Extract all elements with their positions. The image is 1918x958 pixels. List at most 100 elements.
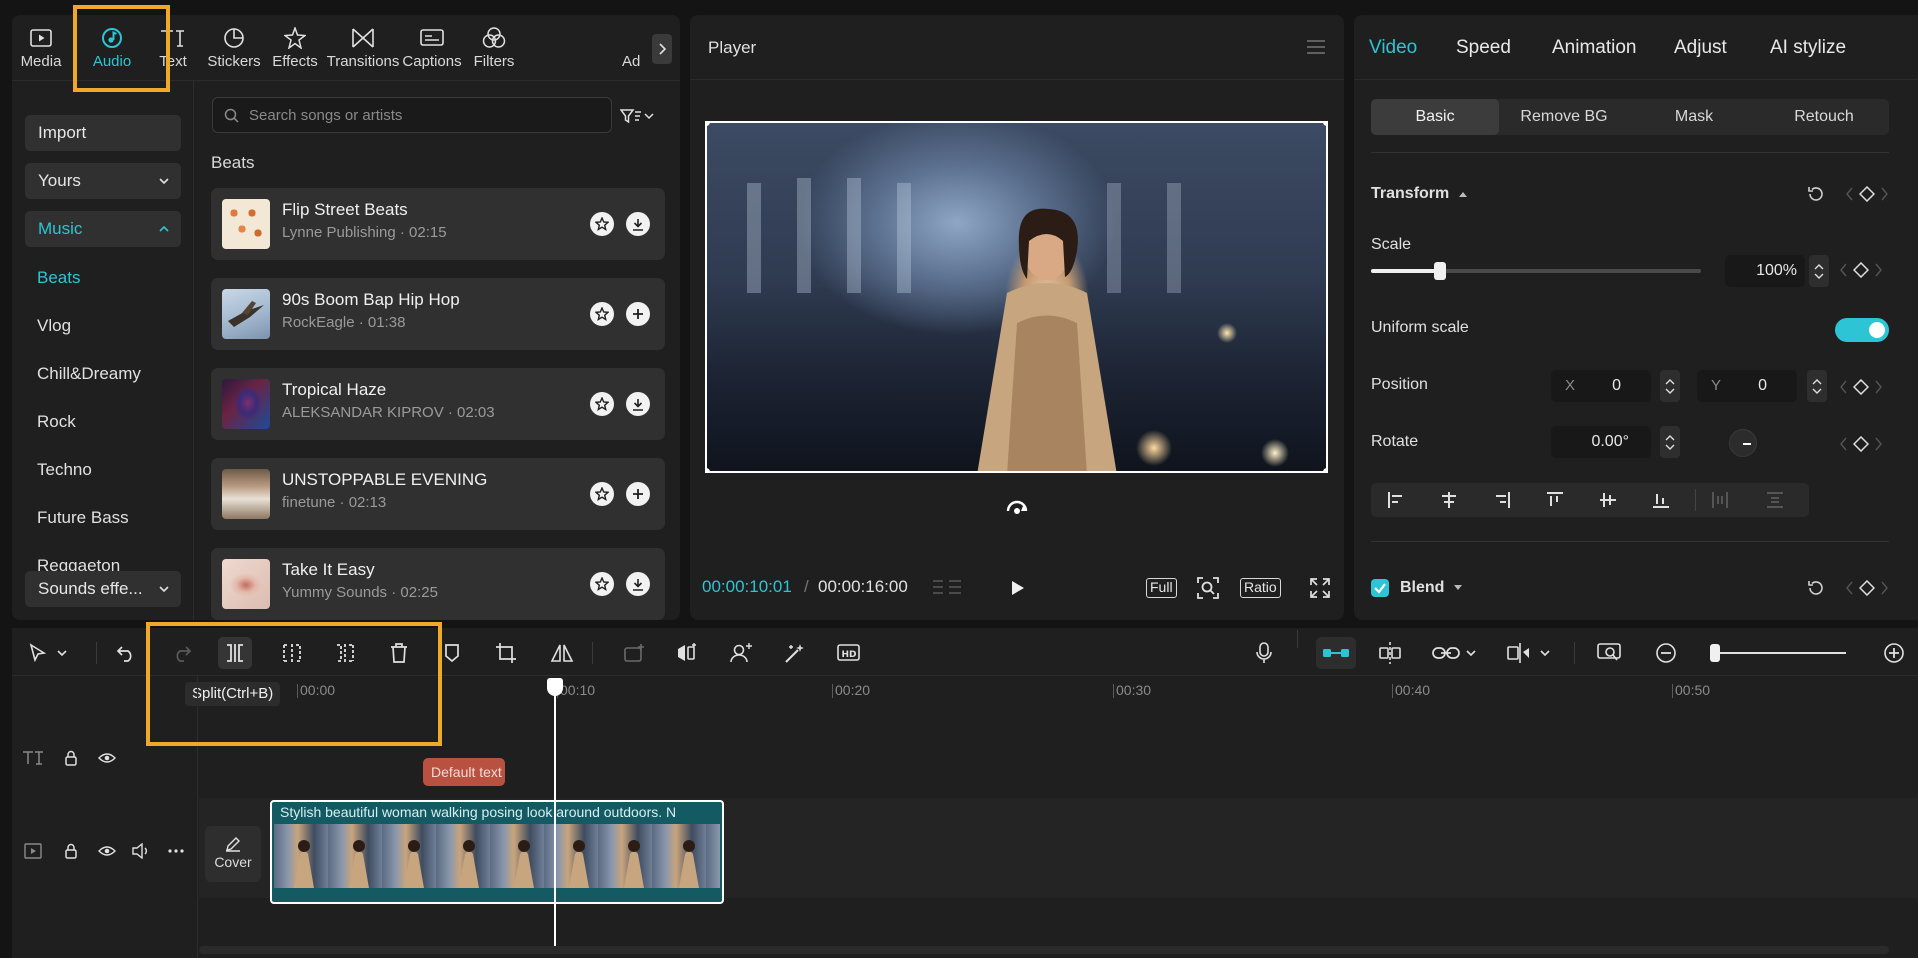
sidebar-item-beats[interactable]: Beats <box>37 268 80 288</box>
prev-keyframe-icon[interactable] <box>1840 263 1848 277</box>
cover-button[interactable]: Cover <box>205 826 261 882</box>
resize-handle[interactable] <box>1323 468 1326 471</box>
sidebar-item-rock[interactable]: Rock <box>37 412 76 432</box>
zoom-slider-handle[interactable] <box>1710 644 1720 662</box>
next-keyframe-icon[interactable] <box>1874 380 1882 394</box>
song-item[interactable]: Tropical Haze ALEKSANDAR KIPROV · 02:03 <box>211 368 665 440</box>
lock-icon[interactable] <box>64 750 78 766</box>
search-input[interactable] <box>249 98 599 132</box>
hd-enhance-button[interactable]: HD <box>836 640 862 666</box>
reset-icon[interactable] <box>1806 184 1826 204</box>
download-button[interactable] <box>626 392 650 416</box>
eye-icon[interactable] <box>98 752 116 764</box>
song-item[interactable]: UNSTOPPABLE EVENING finetune · 02:13 <box>211 458 665 530</box>
sidebar-item-vlog[interactable]: Vlog <box>37 316 71 336</box>
next-keyframe-icon[interactable] <box>1874 437 1882 451</box>
preview-axis-button[interactable] <box>1502 640 1554 666</box>
align-center-horizontal-icon[interactable] <box>1440 491 1458 509</box>
sounds-effects-dropdown[interactable]: Sounds effe... <box>25 571 181 607</box>
download-button[interactable] <box>626 572 650 596</box>
tab-animation[interactable]: Animation <box>1552 37 1637 59</box>
next-keyframe-icon[interactable] <box>1880 581 1888 595</box>
favorite-button[interactable] <box>590 302 614 326</box>
resize-handle[interactable] <box>707 468 710 471</box>
mirror-button[interactable] <box>548 640 576 666</box>
zoom-to-fit-button[interactable] <box>1596 640 1624 666</box>
sidebar-item-techno[interactable]: Techno <box>37 460 92 480</box>
scale-value-input[interactable]: 100% <box>1725 255 1805 287</box>
subtab-remove-bg[interactable]: Remove BG <box>1499 99 1629 135</box>
video-preview[interactable] <box>705 121 1328 473</box>
sidebar-item-reggaeton[interactable]: Reggaeton <box>37 556 120 572</box>
song-item[interactable]: 90s Boom Bap Hip Hop RockEagle · 01:38 <box>211 278 665 350</box>
next-keyframe-icon[interactable] <box>1880 187 1888 201</box>
playhead-handle[interactable] <box>547 678 563 696</box>
prev-keyframe-icon[interactable] <box>1846 187 1854 201</box>
tab-effects[interactable]: Effects <box>258 25 332 75</box>
ai-avatar-button[interactable] <box>728 640 754 666</box>
transform-header[interactable]: Transform <box>1371 185 1468 203</box>
keyframe-diamond-icon[interactable] <box>1859 580 1875 596</box>
reset-icon[interactable] <box>1806 578 1826 598</box>
position-x-stepper[interactable] <box>1660 370 1680 402</box>
favorite-button[interactable] <box>590 212 614 236</box>
add-button[interactable] <box>626 482 650 506</box>
rotate-handle[interactable] <box>1005 498 1029 518</box>
text-clip[interactable]: Default text <box>423 758 505 786</box>
keyframe-diamond-icon[interactable] <box>1853 379 1869 395</box>
auto-snap-button[interactable] <box>1376 640 1404 666</box>
yours-dropdown[interactable]: Yours <box>25 163 181 199</box>
prev-keyframe-icon[interactable] <box>1840 380 1848 394</box>
prev-keyframe-icon[interactable] <box>1840 437 1848 451</box>
subtab-mask[interactable]: Mask <box>1629 99 1759 135</box>
tab-ai-stylize[interactable]: AI stylize <box>1770 37 1846 59</box>
subtab-basic[interactable]: Basic <box>1371 99 1499 135</box>
add-button[interactable] <box>626 302 650 326</box>
sidebar-item-future-bass[interactable]: Future Bass <box>37 508 129 528</box>
more-options-icon[interactable] <box>168 849 184 853</box>
sidebar-item-chill-dreamy[interactable]: Chill&Dreamy <box>37 364 141 384</box>
blend-header[interactable]: Blend <box>1400 579 1463 597</box>
player-menu-button[interactable] <box>1306 39 1326 55</box>
music-dropdown[interactable]: Music <box>25 211 181 247</box>
keyframe-diamond-icon[interactable] <box>1859 186 1875 202</box>
align-left-icon[interactable] <box>1387 491 1405 509</box>
position-y-stepper[interactable] <box>1807 370 1827 402</box>
tab-captions[interactable]: Captions <box>397 25 467 75</box>
tab-media[interactable]: Media <box>12 25 78 75</box>
next-keyframe-icon[interactable] <box>1874 263 1882 277</box>
record-voiceover-button[interactable] <box>1252 640 1276 666</box>
volume-icon[interactable] <box>132 843 150 859</box>
scale-slider-handle[interactable] <box>1434 262 1447 280</box>
align-bottom-icon[interactable] <box>1652 491 1670 509</box>
resize-handle[interactable] <box>1323 123 1326 126</box>
crop-button[interactable] <box>1195 575 1221 601</box>
download-button[interactable] <box>626 212 650 236</box>
rotate-stepper[interactable] <box>1660 426 1680 458</box>
zoom-out-button[interactable] <box>1654 640 1678 666</box>
favorite-button[interactable] <box>590 572 614 596</box>
full-quality-button[interactable]: Full <box>1146 575 1177 601</box>
scale-stepper[interactable] <box>1809 255 1829 287</box>
rotate-dial[interactable] <box>1729 429 1757 457</box>
linkage-button[interactable] <box>1428 640 1480 666</box>
timeline-view-button[interactable] <box>930 575 964 601</box>
prev-keyframe-icon[interactable] <box>1846 581 1854 595</box>
favorite-button[interactable] <box>590 482 614 506</box>
freeze-frame-button[interactable] <box>622 640 648 666</box>
tab-filters[interactable]: Filters <box>461 25 527 75</box>
crop-clip-button[interactable] <box>493 640 519 666</box>
lock-icon[interactable] <box>64 843 78 859</box>
play-button[interactable] <box>1006 575 1030 601</box>
align-top-icon[interactable] <box>1546 491 1564 509</box>
uniform-scale-toggle[interactable] <box>1835 318 1889 342</box>
tab-speed[interactable]: Speed <box>1456 37 1511 59</box>
keyframe-diamond-icon[interactable] <box>1853 436 1869 452</box>
filter-sort-button[interactable] <box>620 103 664 129</box>
select-tool-button[interactable] <box>26 640 70 666</box>
tab-video[interactable]: Video <box>1369 37 1417 59</box>
zoom-slider[interactable] <box>1710 644 1846 662</box>
blend-checkbox[interactable] <box>1371 579 1389 597</box>
tab-adjust[interactable]: Ad <box>622 25 648 75</box>
tabs-scroll-right-button[interactable] <box>652 34 672 64</box>
